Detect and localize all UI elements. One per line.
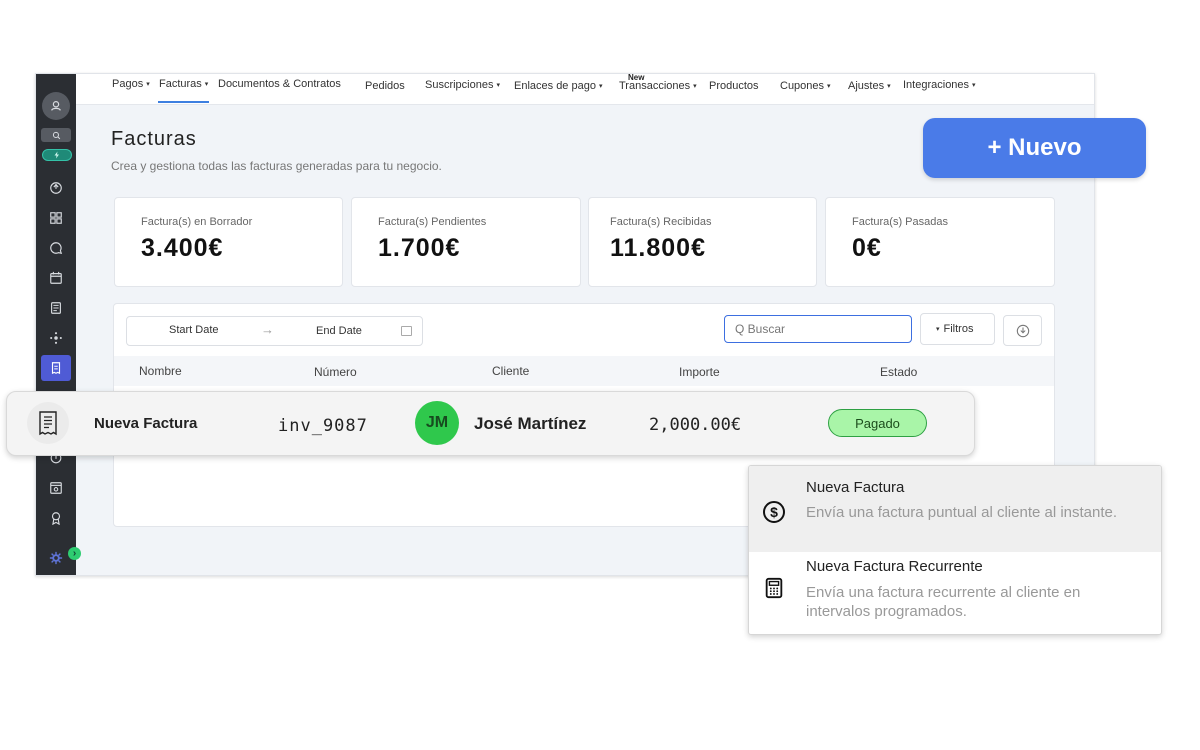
- launchpad-icon[interactable]: [41, 177, 71, 199]
- nav-item-pagos[interactable]: Pagos ▾: [112, 78, 150, 90]
- start-date[interactable]: Start Date: [169, 324, 219, 336]
- stat-label: Factura(s) Pasadas: [852, 216, 948, 228]
- download-button[interactable]: [1003, 315, 1042, 346]
- table-row[interactable]: Nueva Factura inv_9087 JM José Martínez …: [6, 391, 975, 456]
- menu-item-title: Nueva Factura: [806, 479, 905, 496]
- caret-down-icon: ▾: [936, 326, 940, 333]
- nav-item-suscripciones[interactable]: Suscripciones ▾: [425, 79, 500, 91]
- new-invoice-button[interactable]: + Nuevo: [923, 118, 1146, 178]
- stat-label: Factura(s) Recibidas: [610, 216, 712, 228]
- menu-item-nueva-factura[interactable]: $ Nueva Factura Envía una factura puntua…: [749, 466, 1161, 552]
- date-range-picker[interactable]: Start Date → End Date: [126, 316, 423, 346]
- new-invoice-menu: $ Nueva Factura Envía una factura puntua…: [748, 465, 1162, 635]
- nav-item-cupones[interactable]: Cupones ▾: [780, 80, 831, 92]
- nav-item-transacciones[interactable]: Transacciones ▾: [619, 80, 697, 92]
- nav-item-integraciones[interactable]: Integraciones ▾: [903, 79, 976, 91]
- invoice-name[interactable]: Nueva Factura: [94, 415, 197, 432]
- nav-item-facturas[interactable]: Facturas ▾: [159, 78, 208, 90]
- column-header-estado[interactable]: Estado: [880, 365, 917, 379]
- download-icon: [1016, 324, 1029, 337]
- nav-active-underline: [158, 101, 209, 103]
- stat-value: 3.400€: [141, 234, 224, 262]
- account-icon[interactable]: [42, 92, 70, 120]
- column-header-nombre[interactable]: Nombre: [139, 364, 182, 378]
- column-header-numero[interactable]: Número: [314, 365, 357, 379]
- menu-item-title: Nueva Factura Recurrente: [806, 558, 983, 575]
- nav-item-documentos[interactable]: Documentos & Contratos: [218, 78, 341, 90]
- end-date[interactable]: End Date: [316, 325, 362, 337]
- contacts-icon[interactable]: [41, 297, 71, 319]
- payments-icon[interactable]: [41, 355, 71, 381]
- calendar-icon: [401, 326, 412, 336]
- sidebar-expand-badge[interactable]: ›: [68, 547, 81, 560]
- client-name: José Martínez: [474, 414, 587, 433]
- invoice-number: inv_9087: [278, 416, 368, 436]
- bolt-icon[interactable]: [42, 149, 72, 161]
- search-icon[interactable]: [41, 128, 71, 142]
- stat-value: 0€: [852, 234, 882, 262]
- stat-value: 11.800€: [610, 234, 706, 262]
- settings-icon[interactable]: [41, 547, 71, 569]
- menu-item-description: Envía una factura puntual al cliente al …: [806, 504, 1118, 521]
- marketplace-icon[interactable]: [41, 477, 71, 499]
- stat-card-pasadas[interactable]: Factura(s) Pasadas 0€: [825, 197, 1055, 287]
- conversations-icon[interactable]: [41, 237, 71, 259]
- nav-item-enlaces-de-pago[interactable]: Enlaces de pago ▾: [514, 80, 602, 92]
- menu-item-nueva-factura-recurrente[interactable]: Nueva Factura Recurrente Envía una factu…: [749, 552, 1161, 634]
- menu-item-description: Envía una factura recurrente al cliente …: [806, 584, 1081, 620]
- invoice-amount: 2,000.00€: [649, 415, 742, 435]
- column-header-importe[interactable]: Importe: [679, 365, 720, 379]
- stat-label: Factura(s) en Borrador: [141, 216, 253, 228]
- reputation-icon[interactable]: [41, 507, 71, 529]
- sidebar: ›: [36, 74, 81, 575]
- table-header: Nombre Número Cliente Importe Estado: [114, 356, 1054, 386]
- dashboard-icon[interactable]: [41, 207, 71, 229]
- search-input[interactable]: Q Buscar: [724, 315, 912, 343]
- nav-item-pedidos[interactable]: Pedidos: [365, 80, 405, 92]
- stat-value: 1.700€: [378, 234, 461, 262]
- dollar-circle-icon: $: [762, 500, 786, 524]
- avatar: JM: [415, 401, 459, 445]
- calendar-icon[interactable]: [41, 267, 71, 289]
- calculator-icon: [762, 576, 786, 600]
- page-subtitle: Crea y gestiona todas las facturas gener…: [111, 159, 442, 173]
- top-nav: Pagos ▾ Facturas ▾ Documentos & Contratos …: [76, 74, 1094, 105]
- stat-card-borrador[interactable]: Factura(s) en Borrador 3.400€: [114, 197, 343, 287]
- arrow-right-icon: →: [261, 322, 274, 337]
- svg-text:$: $: [770, 504, 778, 520]
- stat-label: Factura(s) Pendientes: [378, 216, 487, 228]
- stat-card-recibidas[interactable]: Factura(s) Recibidas 11.800€: [588, 197, 817, 287]
- status-badge: Pagado: [828, 409, 927, 437]
- stat-card-pendientes[interactable]: Factura(s) Pendientes 1.700€: [351, 197, 581, 287]
- automation-icon[interactable]: [41, 327, 71, 349]
- receipt-icon: [27, 402, 69, 444]
- nav-item-ajustes[interactable]: Ajustes ▾: [848, 80, 891, 92]
- filters-button[interactable]: ▾ Filtros: [920, 313, 995, 345]
- page-title: Facturas: [111, 128, 197, 150]
- column-header-cliente[interactable]: Cliente: [492, 364, 529, 378]
- nav-item-productos[interactable]: Productos: [709, 80, 759, 92]
